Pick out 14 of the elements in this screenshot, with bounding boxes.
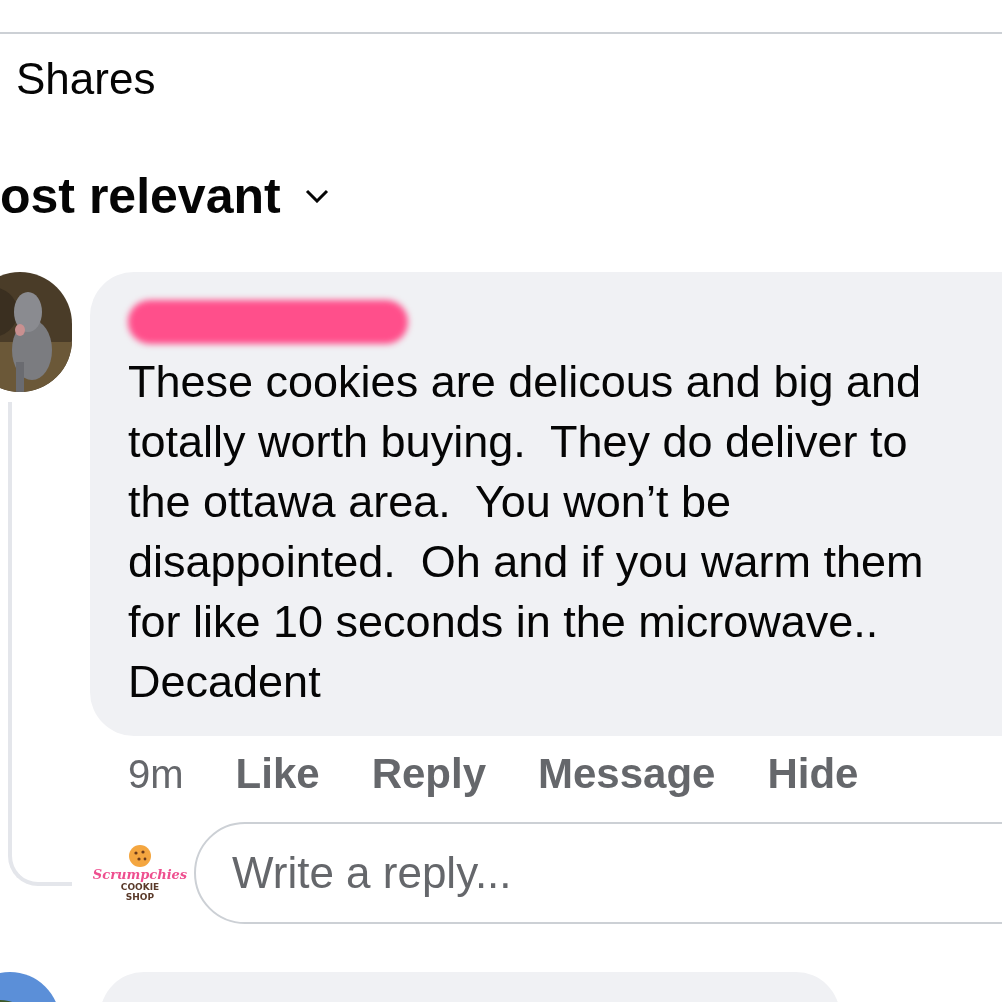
comment-time: 9m: [128, 752, 184, 797]
comment-action-link[interactable]: Message: [538, 750, 716, 798]
comment-text: These cookies are delicous and big and totally worth buying. They do deliver to the ottawa area. You won’t be disappointed. Oh and if you warm them for like 10 seconds in the microwave.. Decadent: [128, 355, 925, 709]
reply-field[interactable]: Write a reply...: [194, 822, 1002, 924]
logo-name: Scrumpchies: [92, 868, 188, 882]
chevron-down-icon: [304, 189, 329, 203]
logo-subtitle: COOKIE: [120, 882, 160, 892]
sort-dropdown[interactable]: ost relevant: [0, 168, 329, 224]
comment-action-link[interactable]: Hide: [767, 750, 859, 798]
logo-subtitle: SHOP: [125, 892, 155, 902]
cookie-icon: [127, 844, 153, 868]
shares-count[interactable]: Shares: [16, 54, 1002, 104]
comment-action-link[interactable]: Reply: [371, 750, 486, 798]
comment-action-link[interactable]: Like: [235, 750, 320, 798]
